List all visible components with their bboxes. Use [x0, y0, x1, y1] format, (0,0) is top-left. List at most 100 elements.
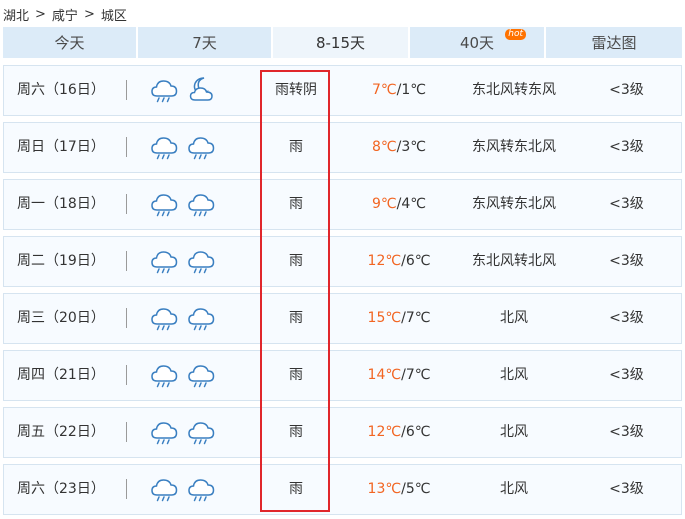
rain-cloud-icon [150, 474, 180, 504]
day-date: 周三（20日） [17, 310, 105, 326]
temp-high: 7℃ [372, 82, 397, 98]
forecast-row: 周二（19日） 雨 12℃/6℃ 东北风转北风 <3级 [3, 236, 682, 287]
temperature: 12℃/6℃ [349, 237, 449, 286]
temp-high: 14℃ [367, 367, 402, 383]
day-date: 周日（17日） [17, 139, 105, 155]
weather-desc: 雨 [289, 253, 303, 269]
tab-label: 7天 [192, 34, 217, 52]
wind-direction: 北风 [500, 367, 528, 383]
day-date: 周六（16日） [17, 82, 105, 98]
divider [126, 422, 127, 442]
wind-direction: 北风 [500, 481, 528, 497]
breadcrumb-separator: > [35, 6, 46, 22]
tab-label: 雷达图 [591, 34, 637, 52]
tab-40-days[interactable]: 40天 hot [410, 27, 546, 58]
temperature: 8℃/3℃ [349, 123, 449, 172]
temp-low: 7℃ [405, 310, 431, 326]
wind-level: <3级 [609, 367, 644, 383]
wind-direction: 东风转东北风 [472, 139, 556, 155]
temp-high: 12℃ [367, 424, 402, 440]
wind-level: <3级 [609, 253, 644, 269]
hot-badge: hot [505, 29, 526, 40]
breadcrumb-city[interactable]: 咸宁 [52, 5, 78, 24]
rain-cloud-icon [150, 75, 180, 105]
tab-radar[interactable]: 雷达图 [546, 27, 682, 58]
temp-low: 4℃ [401, 196, 426, 212]
day-date: 周五（22日） [17, 424, 105, 440]
weather-desc: 雨 [289, 139, 303, 155]
wind-direction: 东北风转北风 [472, 253, 556, 269]
wind-level: <3级 [609, 424, 644, 440]
temperature: 12℃/6℃ [349, 408, 449, 457]
wind-direction: 北风 [500, 310, 528, 326]
temp-low: 5℃ [405, 481, 431, 497]
day-date: 周二（19日） [17, 253, 105, 269]
breadcrumb-province[interactable]: 湖北 [3, 5, 29, 24]
tab-label: 40天 [459, 34, 495, 52]
tab-label: 今天 [54, 34, 85, 52]
wind-direction: 北风 [500, 424, 528, 440]
divider [126, 137, 127, 157]
rain-cloud-icon [187, 303, 217, 333]
divider [126, 80, 127, 100]
rain-cloud-icon [187, 132, 217, 162]
forecast-row: 周五（22日） 雨 12℃/6℃ 北风 <3级 [3, 407, 682, 458]
temp-low: 1℃ [401, 82, 426, 98]
tab-today[interactable]: 今天 [3, 27, 138, 58]
day-date: 周六（23日） [17, 481, 105, 497]
breadcrumb-separator: > [83, 6, 95, 22]
forecast-row: 周三（20日） 雨 15℃/7℃ 北风 <3级 [3, 293, 682, 344]
wind-direction: 东风转东北风 [472, 196, 556, 212]
rain-cloud-icon [187, 474, 217, 504]
breadcrumb: 湖北 > 咸宁 > 城区 [3, 4, 127, 24]
weather-desc: 雨转阴 [275, 82, 317, 98]
rain-cloud-icon [150, 132, 180, 162]
day-date: 周四（21日） [17, 367, 105, 383]
wind-level: <3级 [609, 139, 644, 155]
divider [126, 365, 127, 385]
rain-cloud-icon [150, 189, 180, 219]
forecast-row: 周六（16日） 雨转阴 7℃/1℃ 东北风转东风 <3级 [3, 65, 682, 116]
temperature: 13℃/5℃ [349, 465, 449, 514]
wind-level: <3级 [609, 310, 644, 326]
breadcrumb-district[interactable]: 城区 [101, 5, 127, 24]
weather-desc: 雨 [289, 481, 303, 497]
divider [126, 479, 127, 499]
wind-level: <3级 [609, 196, 644, 212]
temp-high: 13℃ [367, 481, 402, 497]
rain-cloud-icon [150, 417, 180, 447]
tab-8-15-days[interactable]: 8-15天 [273, 27, 410, 58]
weather-desc: 雨 [289, 196, 303, 212]
divider [126, 194, 127, 214]
temp-high: 15℃ [367, 310, 402, 326]
temp-high: 9℃ [372, 196, 397, 212]
tab-label: 8-15天 [315, 34, 366, 52]
rain-cloud-icon [187, 360, 217, 390]
temp-low: 3℃ [401, 139, 426, 155]
weather-desc: 雨 [289, 310, 303, 326]
weather-desc: 雨 [289, 367, 303, 383]
temperature: 7℃/1℃ [349, 66, 449, 115]
temp-high: 8℃ [372, 139, 397, 155]
temp-low: 7℃ [405, 367, 431, 383]
rain-cloud-icon [150, 303, 180, 333]
forecast-row: 周四（21日） 雨 14℃/7℃ 北风 <3级 [3, 350, 682, 401]
temperature: 15℃/7℃ [349, 294, 449, 343]
forecast-row: 周六（23日） 雨 13℃/5℃ 北风 <3级 [3, 464, 682, 515]
tab-7-days[interactable]: 7天 [138, 27, 273, 58]
forecast-tabs: 今天 7天 8-15天 40天 hot 雷达图 [3, 27, 682, 58]
forecast-row: 周日（17日） 雨 8℃/3℃ 东风转东北风 <3级 [3, 122, 682, 173]
wind-level: <3级 [609, 82, 644, 98]
divider [126, 251, 127, 271]
wind-level: <3级 [609, 481, 644, 497]
day-date: 周一（18日） [17, 196, 105, 212]
temp-low: 6℃ [405, 253, 431, 269]
rain-cloud-icon [187, 189, 217, 219]
temp-low: 6℃ [405, 424, 431, 440]
divider [126, 308, 127, 328]
temp-high: 12℃ [367, 253, 402, 269]
wind-direction: 东北风转东风 [472, 82, 556, 98]
temperature: 14℃/7℃ [349, 351, 449, 400]
temperature: 9℃/4℃ [349, 180, 449, 229]
rain-cloud-icon [187, 246, 217, 276]
